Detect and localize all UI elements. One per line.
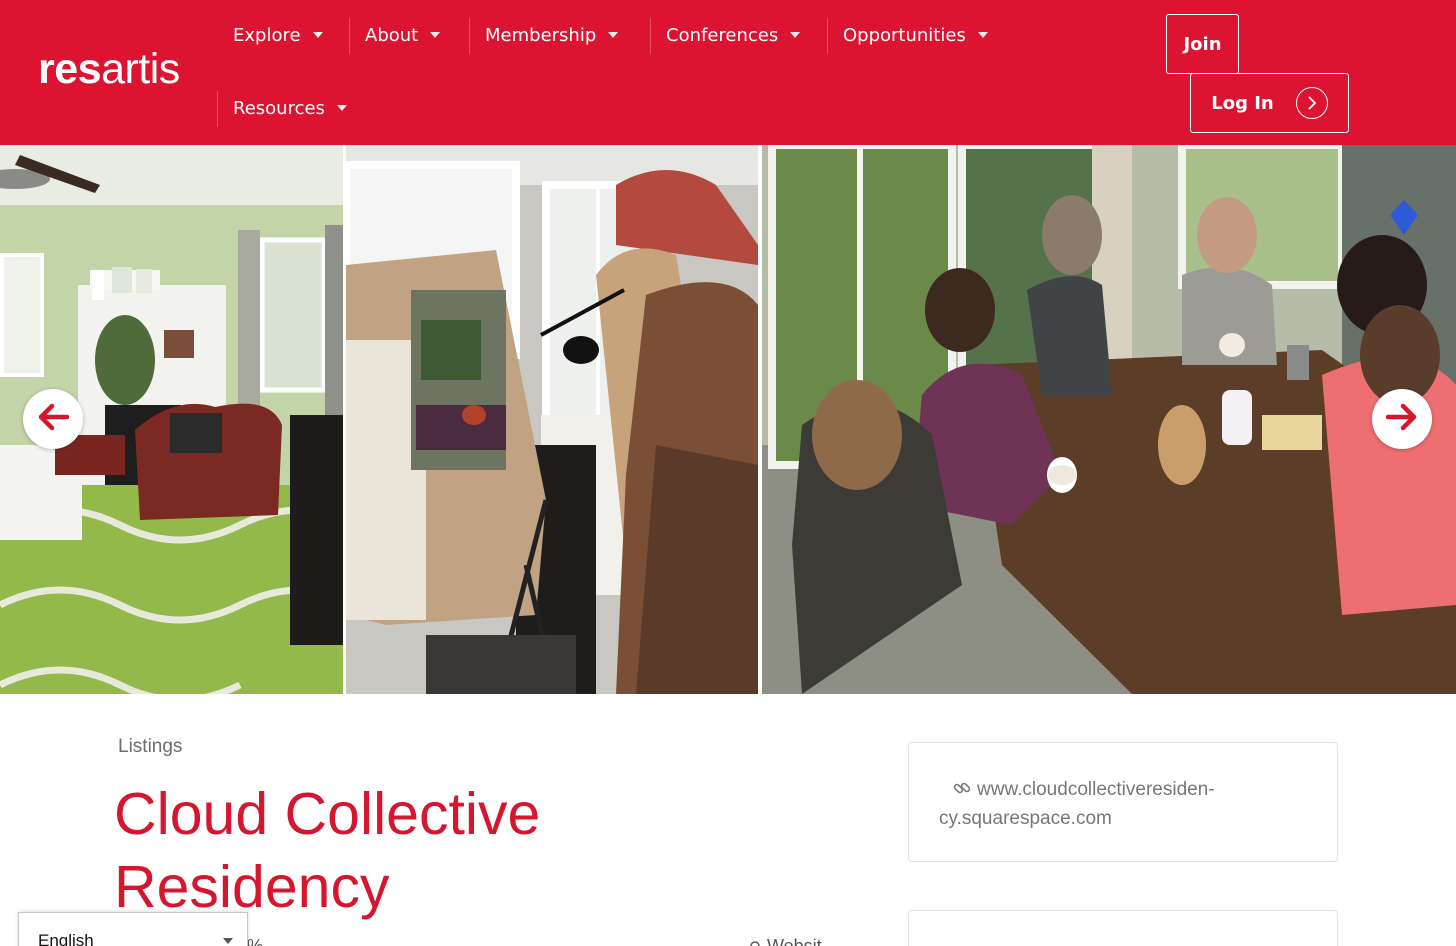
caret-down-icon [430,32,441,38]
logo-res-text: res [38,45,102,93]
arrow-left-icon [37,403,70,435]
nav-explore[interactable]: Explore [233,20,323,50]
website-url-line2: cy.squarespace.com [939,808,1112,829]
language-select[interactable]: English [18,912,248,946]
caret-down-icon [312,32,323,38]
chevron-right-icon [1295,87,1328,119]
resartis-logo[interactable]: resartis [38,48,180,91]
website-url-line1: www.cloudcollectiveresiden- [977,779,1215,800]
nav-opportunities[interactable]: Opportunities [843,20,988,50]
nav-divider [469,18,470,54]
language-select-value: English [38,931,94,946]
nav-divider [650,18,651,54]
login-button[interactable]: Log In [1190,73,1349,133]
login-button-label: Log In [1211,92,1274,114]
info-card [908,910,1338,946]
nav-conferences[interactable]: Conferences [666,20,801,50]
join-button[interactable]: Join [1166,14,1239,74]
caret-down-icon [608,32,619,38]
nav-conferences-label: Conferences [666,24,779,46]
artist-painting-photo [346,145,758,694]
website-card: www.cloudcollectiveresiden- cy.squarespa… [908,742,1338,862]
nav-about-label: About [365,24,419,46]
photo-gallery [0,145,1456,694]
caret-down-icon [336,105,347,111]
site-header: resartis Explore About Membership Confer… [0,0,1456,145]
partial-text-fragment: % [247,936,264,946]
nav-resources-label: Resources [233,97,325,119]
page-title-line2: Residency [114,854,390,920]
nav-divider [349,18,350,54]
caret-down-icon [790,32,801,38]
breadcrumb-listings[interactable]: Listings [118,736,182,758]
caret-down-icon [977,32,988,38]
partial-website-label: Websit [748,936,822,946]
nav-explore-label: Explore [233,24,301,46]
logo-artis-text: artis [101,45,180,93]
link-icon [953,777,971,795]
nav-membership[interactable]: Membership [485,20,619,50]
nav-membership-label: Membership [485,24,597,46]
caret-down-icon [223,938,233,944]
group-at-table-photo [762,145,1456,694]
gallery-prev-button[interactable] [23,389,83,449]
nav-about[interactable]: About [365,20,441,50]
arrow-right-icon [1385,403,1418,435]
nav-resources[interactable]: Resources [233,93,347,123]
page-title-line1: Cloud Collective [114,781,541,847]
nav-divider [827,18,828,54]
gallery-next-button[interactable] [1372,389,1432,449]
website-link[interactable]: www.cloudcollectiveresiden- cy.squarespa… [939,775,1309,833]
nav-opportunities-label: Opportunities [843,24,966,46]
nav-divider [217,91,218,127]
page-title: Cloud Collective Residency [114,778,634,924]
